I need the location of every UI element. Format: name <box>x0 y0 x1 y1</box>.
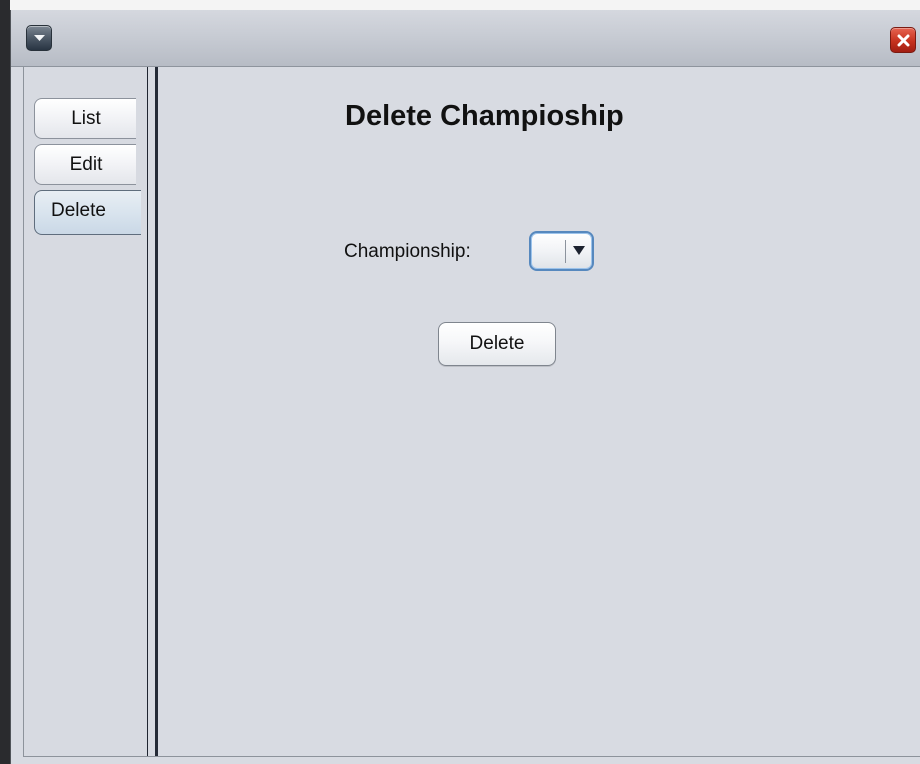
tab-delete-label: Delete <box>51 200 106 221</box>
app-window: List Edit Delete Delete Champioship Cham… <box>10 10 920 764</box>
tab-edit[interactable]: Edit <box>34 144 136 185</box>
championship-dropdown[interactable] <box>529 231 594 271</box>
chevron-down-icon <box>34 35 45 41</box>
tabbed-content-frame: List Edit Delete Delete Champioship Cham… <box>23 67 920 757</box>
title-bar <box>11 10 920 67</box>
delete-button[interactable]: Delete <box>438 322 556 366</box>
window-menu-button[interactable] <box>26 25 52 51</box>
dropdown-arrow-icon[interactable] <box>573 245 585 256</box>
championship-label: Championship: <box>344 241 471 262</box>
tab-list[interactable]: List <box>34 98 136 139</box>
page-title: Delete Champioship <box>345 100 624 132</box>
tab-list-label: List <box>71 108 101 129</box>
dropdown-divider <box>565 240 566 263</box>
championship-selected-value <box>535 237 562 265</box>
tab-delete[interactable]: Delete <box>34 190 141 235</box>
close-icon <box>897 34 910 47</box>
tab-edit-label: Edit <box>69 154 103 175</box>
application-screen: List Edit Delete Delete Champioship Cham… <box>0 0 920 764</box>
vertical-tab-list: List Edit Delete <box>24 67 148 756</box>
left-window-edge <box>0 0 10 764</box>
close-window-button[interactable] <box>890 27 916 53</box>
delete-championship-panel: Delete Champioship Championship: Delete <box>158 67 920 756</box>
top-screen-strip <box>0 0 920 10</box>
